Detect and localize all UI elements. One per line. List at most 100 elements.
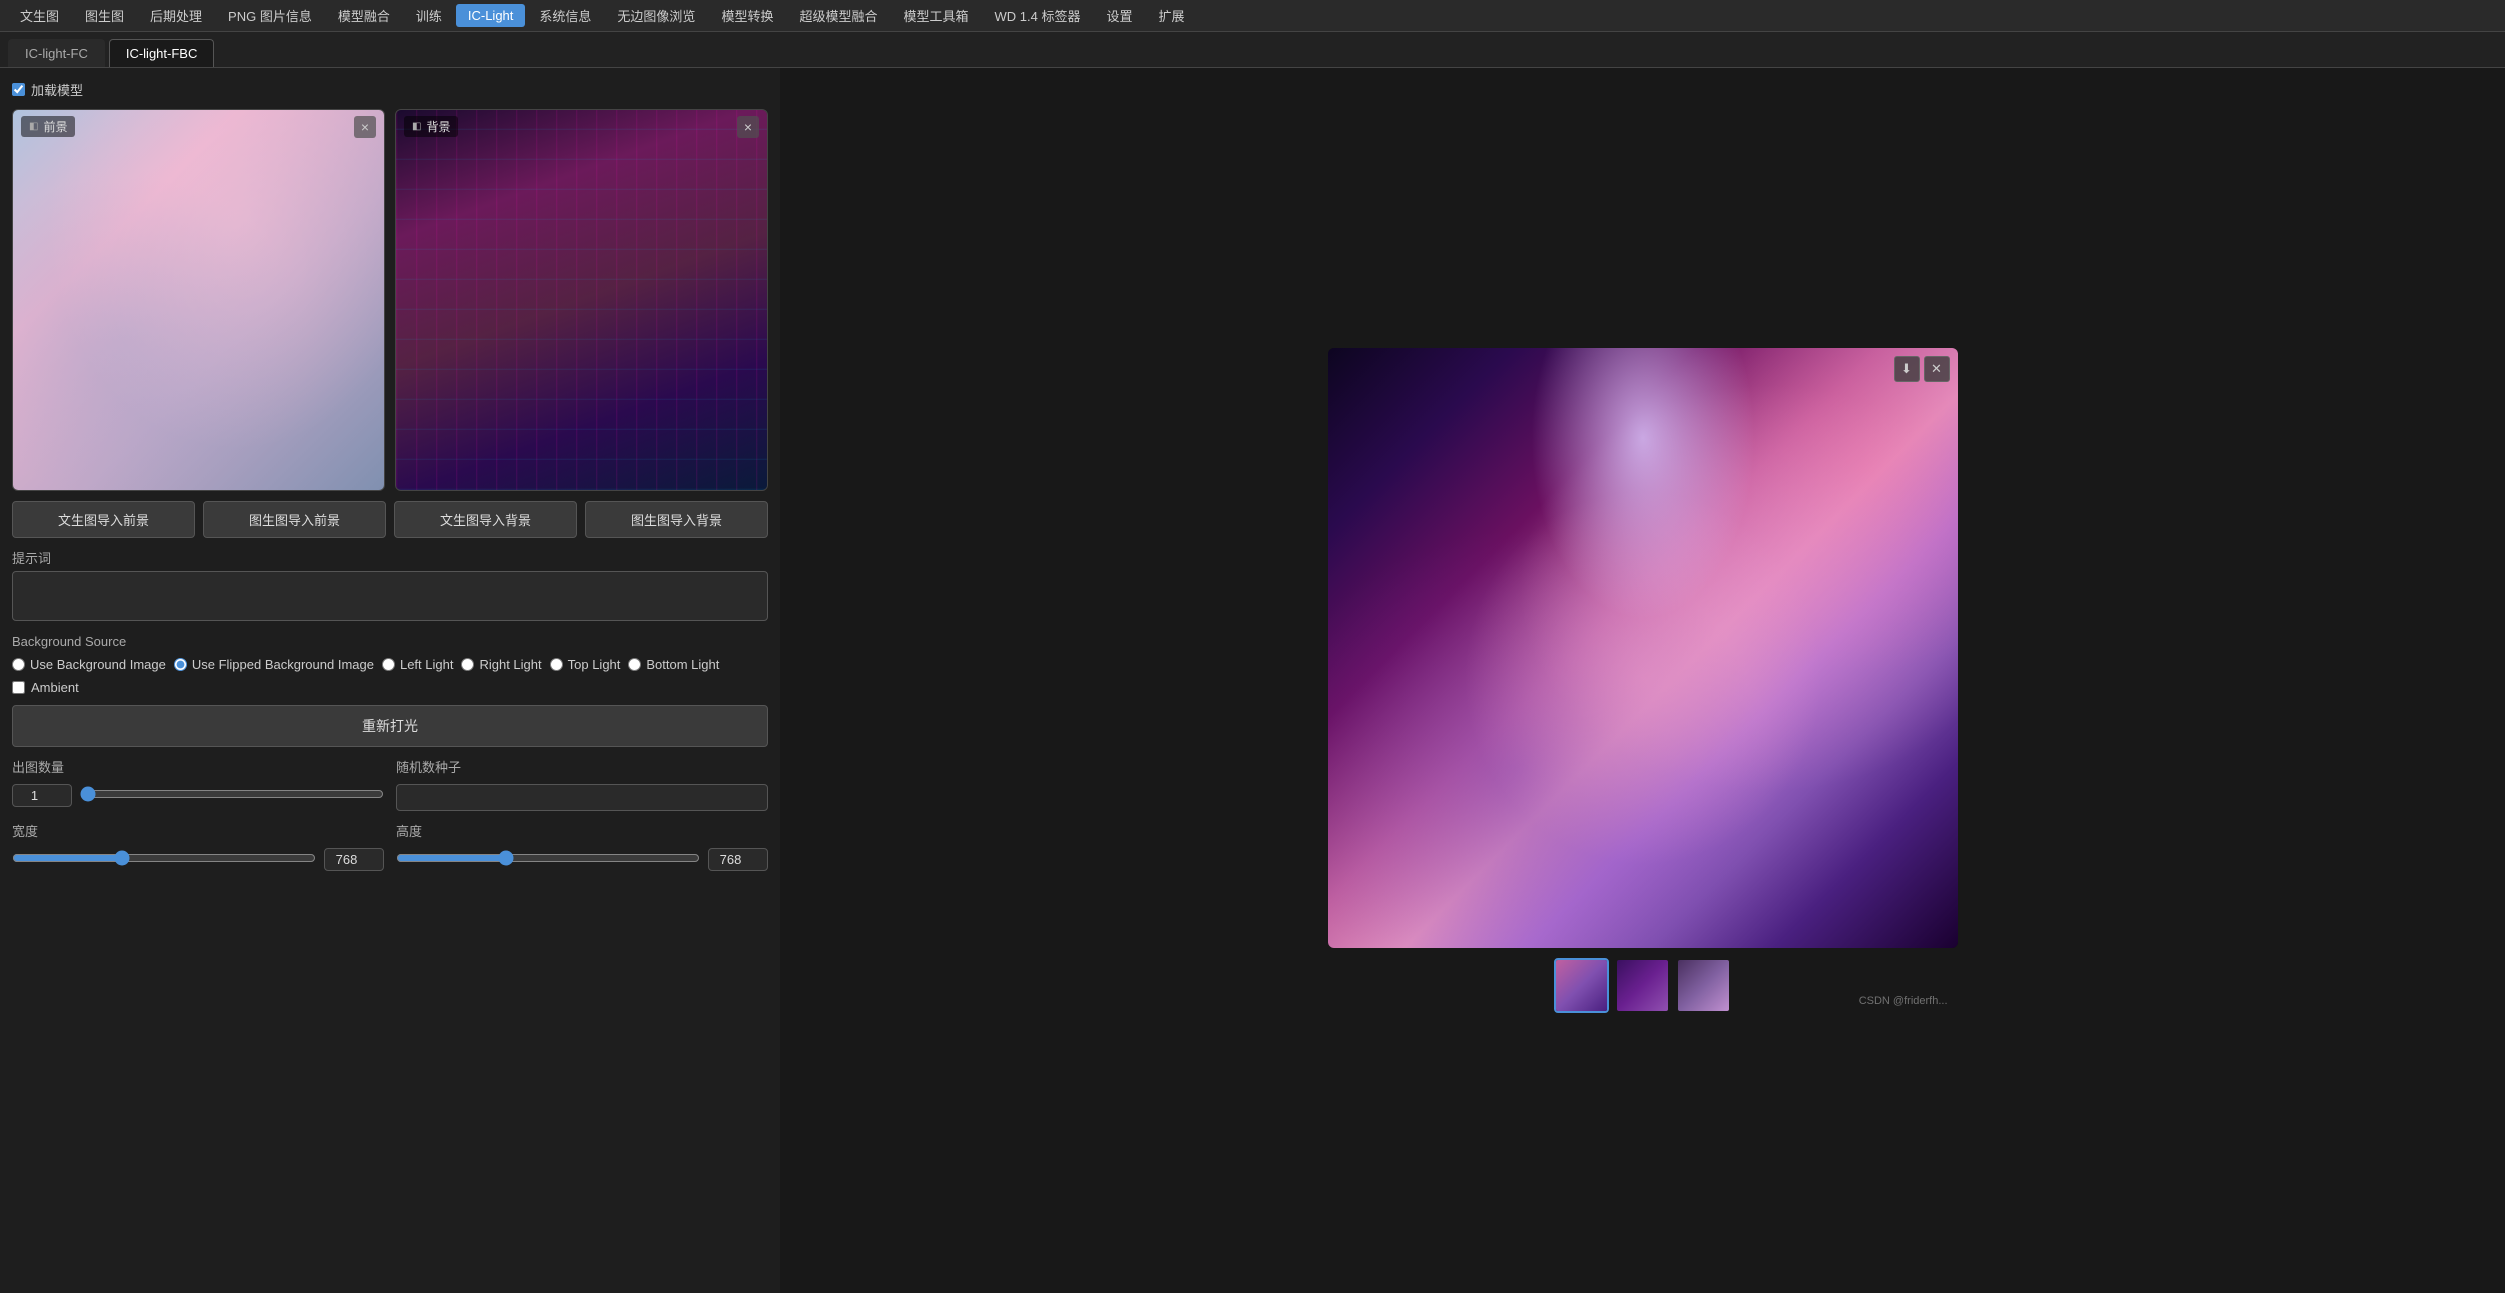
img2img-bg-btn[interactable]: 图生图导入背景: [585, 501, 768, 538]
output-count-slider[interactable]: [80, 786, 384, 802]
prompt-label: 提示词: [12, 548, 768, 567]
menu-modelmerge[interactable]: 模型融合: [326, 2, 402, 29]
foreground-label-text: 前景: [43, 118, 67, 135]
main-layout: 加载模型 ◧ 前景 × ◧ 背景 ×: [0, 68, 2505, 1293]
image-row: ◧ 前景 × ◧ 背景 ×: [12, 109, 768, 491]
close-output-btn[interactable]: ✕: [1924, 356, 1950, 382]
radio-right-light[interactable]: Right Light: [461, 657, 541, 672]
foreground-label: ◧ 前景: [21, 116, 75, 137]
fg-icon: ◧: [29, 121, 38, 132]
radio-bottom-light-label: Bottom Light: [646, 657, 719, 672]
prompt-section: 提示词: [12, 548, 768, 624]
menu-txt2img[interactable]: 文生图: [8, 2, 71, 29]
foreground-image: [13, 110, 384, 490]
txt2img-bg-btn[interactable]: 文生图导入背景: [394, 501, 577, 538]
radio-left-light-input[interactable]: [382, 658, 395, 671]
radio-right-light-label: Right Light: [479, 657, 541, 672]
load-model-checkbox[interactable]: 加载模型: [12, 80, 83, 99]
radio-top-light[interactable]: Top Light: [550, 657, 621, 672]
ambient-label: Ambient: [31, 680, 79, 695]
width-slider-wrap: [12, 850, 316, 869]
import-buttons-row: 文生图导入前景 图生图导入前景 文生图导入背景 图生图导入背景: [12, 501, 768, 538]
radio-bottom-light[interactable]: Bottom Light: [628, 657, 719, 672]
output-count-label: 出图数量: [12, 757, 384, 776]
ambient-check[interactable]: Ambient: [12, 680, 768, 695]
download-btn[interactable]: ⬇: [1894, 356, 1920, 382]
background-image: [396, 110, 767, 490]
width-slider[interactable]: [12, 850, 316, 866]
output-count-input[interactable]: [12, 784, 72, 807]
output-image-container: ⬇ ✕: [1328, 348, 1958, 948]
menu-tiledimg[interactable]: 无边图像浏览: [605, 2, 707, 29]
menu-modeltransfer[interactable]: 模型转换: [709, 2, 785, 29]
load-model-input[interactable]: [12, 83, 25, 96]
right-panel: ⬇ ✕ CSDN @friderfh...: [780, 68, 2505, 1293]
menu-img2img[interactable]: 图生图: [73, 2, 136, 29]
relight-btn[interactable]: 重新打光: [12, 705, 768, 747]
width-label: 宽度: [12, 821, 384, 840]
radio-use-bg-label: Use Background Image: [30, 657, 166, 672]
tab-fbc[interactable]: IC-light-FBC: [109, 39, 215, 67]
menu-supermerge[interactable]: 超级模型融合: [787, 2, 889, 29]
menu-extensions[interactable]: 扩展: [1146, 2, 1196, 29]
height-label: 高度: [396, 821, 768, 840]
tabs-bar: IC-light-FC IC-light-FBC: [0, 32, 2505, 68]
thumbnail-3[interactable]: [1676, 958, 1731, 1013]
bg-icon: ◧: [412, 121, 421, 132]
menu-pnginfo[interactable]: PNG 图片信息: [216, 2, 324, 29]
output-count-slider-wrap: [80, 786, 384, 805]
menu-iclight[interactable]: IC-Light: [456, 4, 526, 27]
height-section: 高度: [396, 821, 768, 871]
watermark: CSDN @friderfh...: [1859, 995, 1948, 1007]
menu-modeltoolbox[interactable]: 模型工具箱: [891, 2, 980, 29]
output-image: [1328, 348, 1958, 948]
radio-top-light-label: Top Light: [568, 657, 621, 672]
foreground-box: ◧ 前景 ×: [12, 109, 385, 491]
radio-bottom-light-input[interactable]: [628, 658, 641, 671]
width-slider-row: [12, 848, 384, 871]
count-seed-row: 出图数量 随机数种子 114514: [12, 757, 768, 811]
background-close-btn[interactable]: ×: [737, 116, 759, 138]
radio-left-light-label: Left Light: [400, 657, 454, 672]
ambient-input[interactable]: [12, 681, 25, 694]
menu-postprocess[interactable]: 后期处理: [138, 2, 214, 29]
height-input[interactable]: [708, 848, 768, 871]
menu-wd14[interactable]: WD 1.4 标签器: [982, 2, 1092, 29]
output-count-slider-row: [12, 784, 384, 807]
thumb-img-2: [1617, 960, 1668, 1011]
thumbnail-2[interactable]: [1615, 958, 1670, 1013]
height-slider-wrap: [396, 850, 700, 869]
txt2img-fg-btn[interactable]: 文生图导入前景: [12, 501, 195, 538]
radio-use-flipped[interactable]: Use Flipped Background Image: [174, 657, 374, 672]
height-slider[interactable]: [396, 850, 700, 866]
width-section: 宽度: [12, 821, 384, 871]
width-input[interactable]: [324, 848, 384, 871]
menu-training[interactable]: 训练: [404, 2, 454, 29]
menu-settings[interactable]: 设置: [1094, 2, 1144, 29]
load-model-row: 加载模型: [12, 80, 768, 99]
radio-use-flipped-label: Use Flipped Background Image: [192, 657, 374, 672]
load-model-label: 加载模型: [31, 80, 83, 99]
prompt-textarea[interactable]: [12, 571, 768, 621]
radio-use-bg-input[interactable]: [12, 658, 25, 671]
img2img-fg-btn[interactable]: 图生图导入前景: [203, 501, 386, 538]
radio-group: Use Background Image Use Flipped Backgro…: [12, 657, 768, 672]
seed-label: 随机数种子: [396, 757, 768, 776]
menu-sysinfo[interactable]: 系统信息: [527, 2, 603, 29]
output-controls: ⬇ ✕: [1894, 356, 1950, 382]
radio-use-bg[interactable]: Use Background Image: [12, 657, 166, 672]
radio-left-light[interactable]: Left Light: [382, 657, 454, 672]
radio-top-light-input[interactable]: [550, 658, 563, 671]
radio-use-flipped-input[interactable]: [174, 658, 187, 671]
background-label: ◧ 背景: [404, 116, 458, 137]
foreground-close-btn[interactable]: ×: [354, 116, 376, 138]
width-height-row: 宽度 高度: [12, 821, 768, 871]
person-overlay: [1328, 348, 1958, 948]
background-label-text: 背景: [426, 118, 450, 135]
output-wrapper: ⬇ ✕ CSDN @friderfh...: [1328, 348, 1958, 1013]
seed-input[interactable]: 114514: [396, 784, 768, 811]
bg-source-label: Background Source: [12, 634, 768, 649]
thumbnail-1[interactable]: [1554, 958, 1609, 1013]
tab-fc[interactable]: IC-light-FC: [8, 39, 105, 67]
radio-right-light-input[interactable]: [461, 658, 474, 671]
